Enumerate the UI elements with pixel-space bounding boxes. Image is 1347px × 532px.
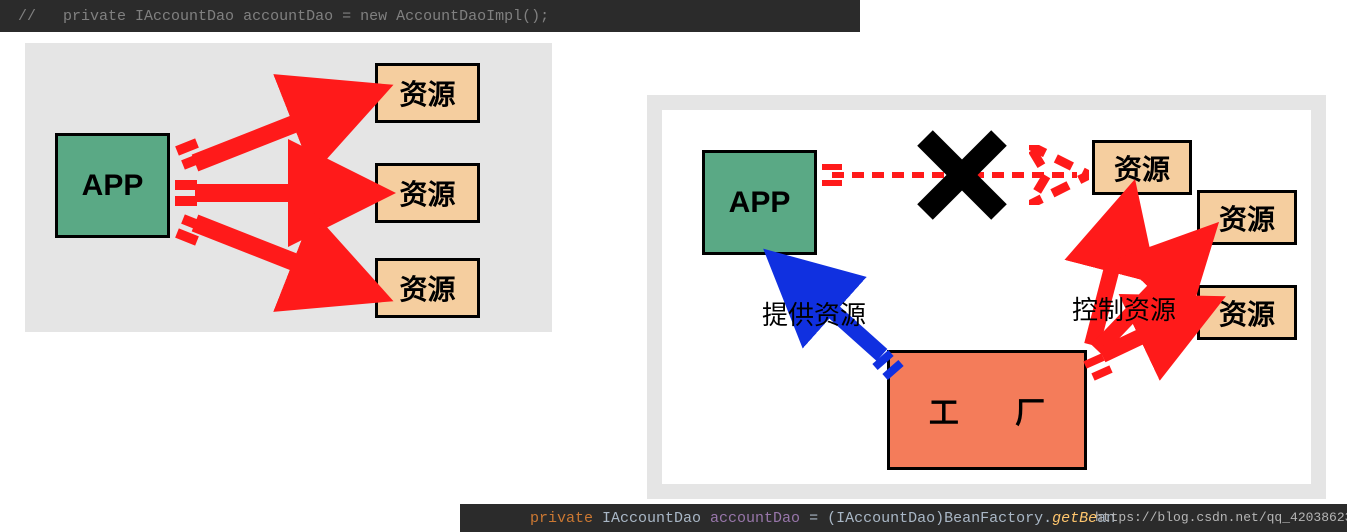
code-bottom-var: accountDao: [710, 510, 800, 527]
diagram-left: APP 资源 资源 资源: [22, 40, 555, 335]
code-bottom-private: private: [530, 510, 593, 527]
code-type: private IAccountDao: [63, 8, 234, 25]
label-provide-resource: 提供资源: [762, 295, 866, 332]
code-bottom-method: getBe: [1052, 510, 1097, 527]
resource-box-left-3: 资源: [375, 258, 480, 318]
watermark-text: https://blog.csdn.net/qq_42038623: [1095, 510, 1347, 525]
resource-box-right-3: 资源: [1197, 285, 1297, 340]
code-eq: =: [333, 8, 360, 25]
code-bottom-type: IAccountDao: [593, 510, 710, 527]
resource-box-left-2: 资源: [375, 163, 480, 223]
code-new: new: [360, 8, 387, 25]
resource-box-right-1: 资源: [1092, 140, 1192, 195]
resource-box-right-2: 资源: [1197, 190, 1297, 245]
code-comment-slashes: //: [18, 8, 36, 25]
factory-box: 工 厂: [887, 350, 1087, 470]
code-var: accountDao: [243, 8, 333, 25]
label-control-resource: 控制资源: [1072, 290, 1176, 327]
code-ctor: AccountDaoImpl();: [387, 8, 549, 25]
diagram-right: APP 资源 资源 资源 工 厂 提供资源: [644, 92, 1329, 502]
code-bar-top: // private IAccountDao accountDao = new …: [0, 0, 860, 32]
resource-box-left-1: 资源: [375, 63, 480, 123]
app-box-right: APP: [702, 150, 817, 255]
code-bottom-eq: = (IAccountDao)BeanFactory.: [800, 510, 1052, 527]
app-box-left: APP: [55, 133, 170, 238]
